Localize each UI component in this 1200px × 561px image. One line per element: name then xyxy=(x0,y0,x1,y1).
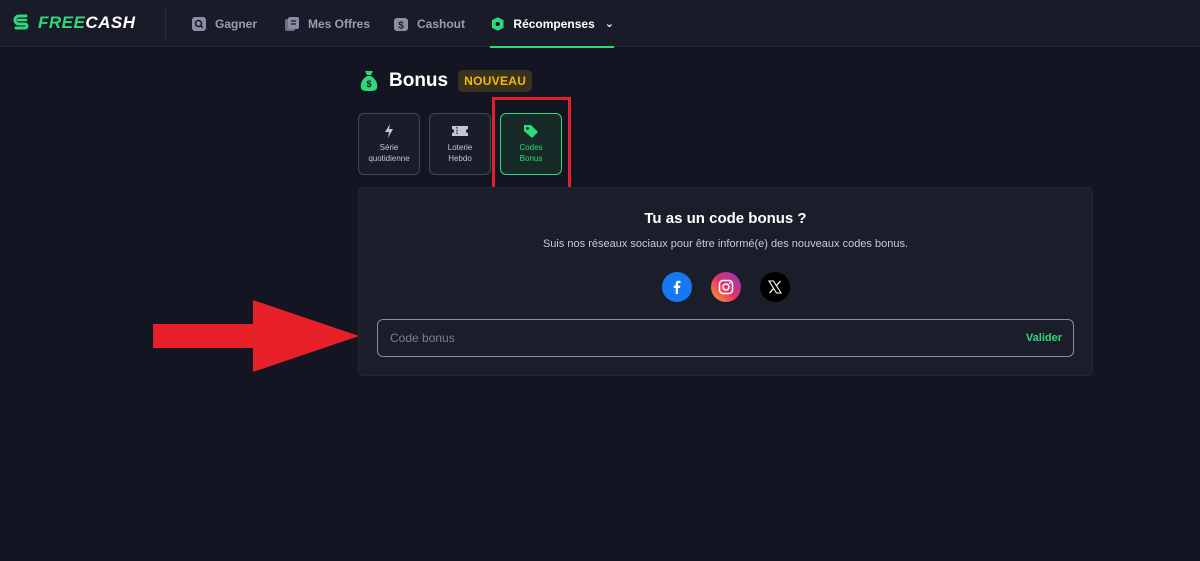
nav-label-gagner: Gagner xyxy=(215,16,258,31)
validate-button[interactable]: Valider xyxy=(1026,320,1062,356)
bolt-icon xyxy=(385,124,393,138)
offers-icon xyxy=(285,16,299,31)
bonus-code-card: Tu as un code bonus ? Suis nos réseaux s… xyxy=(358,187,1093,376)
tab-label: Loterie Hebdo xyxy=(447,143,473,163)
top-navigation: FREECASH Gagner Mes Offres $ Cashout Réc xyxy=(0,0,1200,48)
nav-label-mes-offres: Mes Offres xyxy=(308,16,371,31)
freecash-logo[interactable]: FREECASH xyxy=(12,12,136,34)
bonus-code-field: Valider xyxy=(377,319,1074,357)
gift-box-icon xyxy=(491,16,504,31)
card-title: Tu as un code bonus ? xyxy=(644,210,807,227)
page-title: Bonus xyxy=(389,70,449,91)
nav-item-mes-offres[interactable]: Mes Offres xyxy=(284,0,370,47)
nav-label-recompenses: Récompenses xyxy=(513,16,595,31)
nav-item-recompenses[interactable]: Récompenses ⌄ xyxy=(490,0,614,48)
money-bag-icon: $ xyxy=(360,71,378,91)
ticket-icon xyxy=(452,126,468,136)
nav-item-gagner[interactable]: Gagner xyxy=(191,0,257,47)
facebook-icon[interactable] xyxy=(661,272,692,302)
search-square-icon xyxy=(192,16,206,31)
bonus-header: $ Bonus NOUVEAU xyxy=(359,68,533,94)
new-badge: NOUVEAU xyxy=(458,70,533,92)
x-icon[interactable] xyxy=(759,272,790,302)
card-subtitle: Suis nos réseaux sociaux pour être infor… xyxy=(542,238,909,250)
arrow-annotation xyxy=(153,300,359,372)
freecash-logo-icon xyxy=(13,14,29,30)
tab-serie-quotidienne[interactable]: Série quotidienne xyxy=(358,113,420,175)
tab-loterie-hebdo[interactable]: Loterie Hebdo xyxy=(429,113,491,175)
svg-text:$: $ xyxy=(398,20,404,31)
tab-label: Série quotidienne xyxy=(368,143,410,163)
social-links xyxy=(359,272,1092,302)
chevron-down-icon[interactable]: ⌄ xyxy=(605,17,614,30)
bonus-code-input[interactable] xyxy=(378,320,998,356)
dollar-card-icon: $ xyxy=(394,17,408,31)
svg-text:$: $ xyxy=(366,79,371,89)
nav-label-cashout: Cashout xyxy=(417,16,465,31)
highlight-annotation xyxy=(492,97,571,196)
nav-divider xyxy=(165,6,166,40)
instagram-icon[interactable] xyxy=(710,272,741,302)
nav-item-cashout[interactable]: $ Cashout xyxy=(393,0,465,47)
logo-text: FREECASH xyxy=(38,13,136,32)
